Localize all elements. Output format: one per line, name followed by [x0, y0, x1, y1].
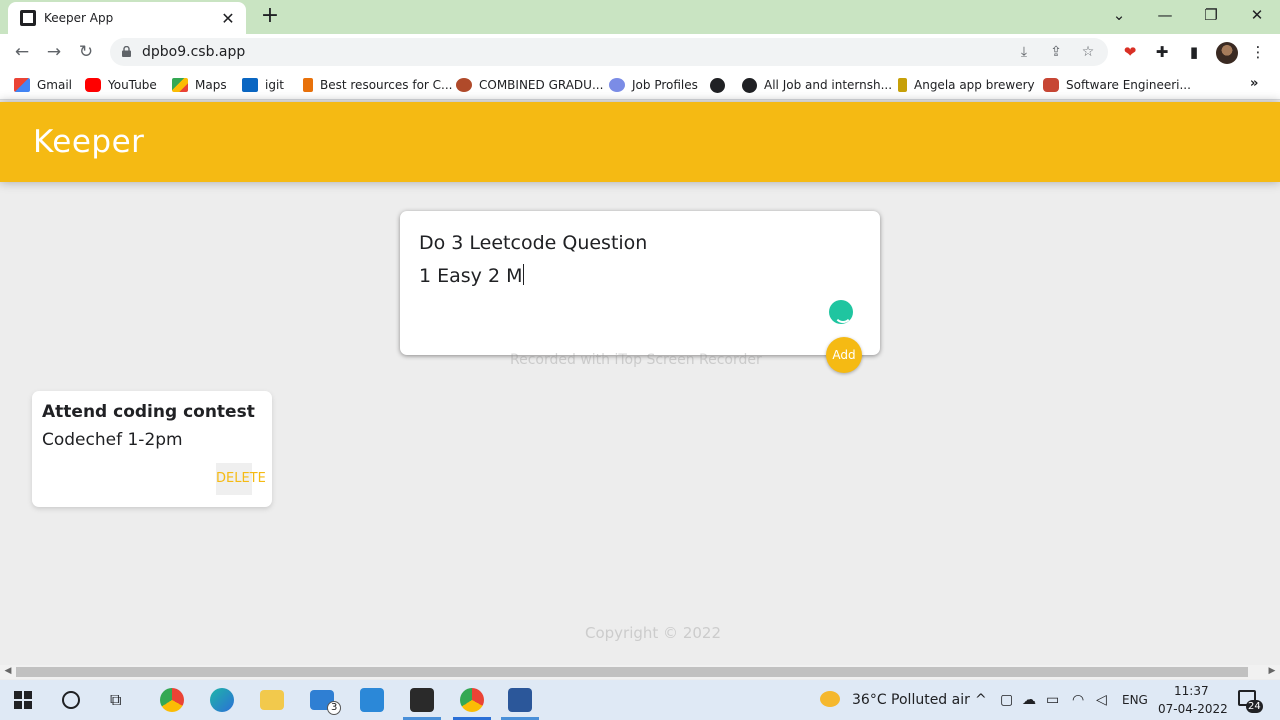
bookmark-combined-gradu[interactable]: COMBINED GRADU... — [456, 76, 603, 94]
menu-kebab-icon[interactable]: ⋮ — [1248, 42, 1268, 62]
bookmark-angela-app-brewery[interactable]: Angela app brewery — [898, 76, 1035, 94]
search-circle-icon[interactable] — [62, 691, 80, 709]
bookmark-job-profiles[interactable]: Job Profiles — [609, 76, 698, 94]
swirl-icon — [609, 78, 625, 92]
bookmark-all-jobs[interactable]: All Job and internsh... — [742, 76, 892, 94]
bookmark-globe[interactable] — [710, 76, 732, 94]
minimize-button[interactable]: — — [1150, 4, 1180, 26]
codesandbox-icon — [20, 10, 36, 26]
emblem-icon — [456, 78, 472, 92]
word-icon[interactable] — [508, 688, 532, 712]
text-caret — [523, 264, 525, 285]
browser-tab[interactable]: Keeper App ✕ — [8, 2, 246, 34]
share-icon[interactable]: ⇪ — [1046, 42, 1066, 62]
reload-icon[interactable]: ↻ — [74, 40, 98, 64]
language-indicator[interactable]: ENG — [1122, 693, 1148, 707]
restore-button[interactable]: ❐ — [1196, 4, 1226, 26]
file-explorer-icon[interactable] — [260, 690, 284, 710]
add-note-button[interactable]: Add — [826, 337, 862, 373]
close-tab-icon[interactable]: ✕ — [220, 9, 236, 28]
more-bookmarks-icon[interactable]: » — [1250, 76, 1258, 91]
bookmark-igit[interactable]: igit — [242, 76, 284, 94]
profile-avatar[interactable] — [1216, 42, 1238, 64]
address-bar[interactable]: dpbo9.csb.app ⤓ ⇪ ☆ — [110, 38, 1108, 66]
note-card-title: Attend coding contest — [42, 402, 255, 422]
close-window-button[interactable]: ✕ — [1242, 4, 1272, 26]
delete-note-button[interactable]: DELETE — [216, 463, 266, 495]
lock-icon — [122, 46, 131, 57]
weather-text[interactable]: 36°C Polluted air — [852, 692, 970, 708]
note-content-text: 1 Easy 2 M — [419, 265, 523, 287]
sync-icon[interactable]: ☁ — [1022, 692, 1036, 708]
bookmark-best-resources[interactable]: Best resources for C... — [303, 76, 453, 94]
tab-search-icon[interactable]: ⌄ — [1104, 4, 1134, 26]
scroll-left-icon[interactable]: ◀ — [2, 666, 14, 676]
chrome-icon[interactable] — [160, 688, 184, 712]
resource-icon — [303, 78, 313, 92]
weather-sun-icon[interactable] — [820, 691, 840, 707]
horizontal-scrollbar[interactable]: ◀ ▶ — [0, 665, 1280, 679]
grammar-extension-icon[interactable] — [829, 300, 853, 324]
scroll-right-icon[interactable]: ▶ — [1266, 666, 1278, 676]
bookmark-gmail[interactable]: Gmail — [14, 76, 72, 94]
volume-muted-icon[interactable]: ◁ — [1096, 692, 1107, 708]
note-content-textarea[interactable]: 1 Easy 2 M — [419, 264, 525, 287]
scrollbar-thumb[interactable] — [16, 667, 1248, 677]
windows-start-icon[interactable] — [14, 691, 32, 709]
tab-title: Keeper App — [44, 11, 114, 25]
mail-badge: 3 — [327, 701, 342, 715]
extension-colorful-icon[interactable]: ❤ — [1120, 42, 1140, 62]
create-note-form: Do 3 Leetcode Question 1 Easy 2 M — [400, 211, 880, 355]
clock-date[interactable]: 07-04-2022 — [1158, 702, 1228, 716]
wifi-icon[interactable]: ◠ — [1072, 692, 1084, 708]
new-tab-button[interactable]: + — [260, 4, 280, 28]
note-card-content: Codechef 1-2pm — [42, 430, 183, 450]
bookmarks-bar: Gmail YouTube Maps igit Best resources f… — [0, 70, 1280, 100]
screen-recorder-icon[interactable] — [410, 688, 434, 712]
app-header: Keeper — [0, 102, 1280, 182]
extensions-puzzle-icon[interactable]: ✚ — [1152, 42, 1172, 62]
gmail-icon — [14, 78, 30, 92]
edge-icon[interactable] — [210, 688, 234, 712]
oracle-icon — [1043, 78, 1059, 92]
back-icon[interactable]: ← — [10, 40, 34, 64]
battery-icon[interactable]: ▭ — [1046, 692, 1059, 708]
globe-icon — [742, 77, 757, 93]
youtube-icon — [85, 78, 101, 92]
note-title-input[interactable]: Do 3 Leetcode Question — [419, 232, 647, 254]
device-icon[interactable]: ▢ — [1000, 692, 1013, 708]
notification-badge: 24 — [1246, 700, 1263, 713]
brewery-icon — [898, 78, 907, 92]
clock-time[interactable]: 11:37 — [1174, 684, 1209, 698]
footer-copyright: Copyright © 2022 — [585, 624, 722, 642]
bookmark-software-engineering[interactable]: Software Engineeri... — [1043, 76, 1191, 94]
browser-toolbar: ← → ↻ dpbo9.csb.app ⤓ ⇪ ☆ ❤ ✚ ▮ ⋮ — [0, 34, 1280, 70]
bookmark-star-icon[interactable]: ☆ — [1078, 42, 1098, 62]
dell-app-icon[interactable] — [360, 688, 384, 712]
app-title: Keeper — [33, 124, 145, 160]
globe-icon — [710, 77, 725, 93]
task-view-icon[interactable]: ⧉ — [110, 690, 121, 710]
url-text: dpbo9.csb.app — [142, 44, 246, 60]
bookmark-youtube[interactable]: YouTube — [85, 76, 157, 94]
linkedin-icon — [242, 78, 258, 92]
bookmark-maps[interactable]: Maps — [172, 76, 227, 94]
forward-icon[interactable]: → — [42, 40, 66, 64]
install-icon[interactable]: ⤓ — [1014, 42, 1034, 62]
windows-taskbar: ⧉ 3 36°C Polluted air ^ ▢ ☁ ▭ ◠ ◁ ENG 11… — [0, 680, 1280, 720]
recorder-watermark: Recorded with iTop Screen Recorder — [510, 352, 762, 368]
chrome-active-icon[interactable] — [460, 688, 484, 712]
maps-icon — [172, 78, 188, 92]
show-hidden-icons[interactable]: ^ — [975, 692, 987, 708]
side-panel-icon[interactable]: ▮ — [1184, 42, 1204, 62]
note-card: Attend coding contest Codechef 1-2pm DEL… — [32, 391, 272, 507]
tab-strip: Keeper App ✕ + ⌄ — ❐ ✕ — [0, 0, 1280, 34]
